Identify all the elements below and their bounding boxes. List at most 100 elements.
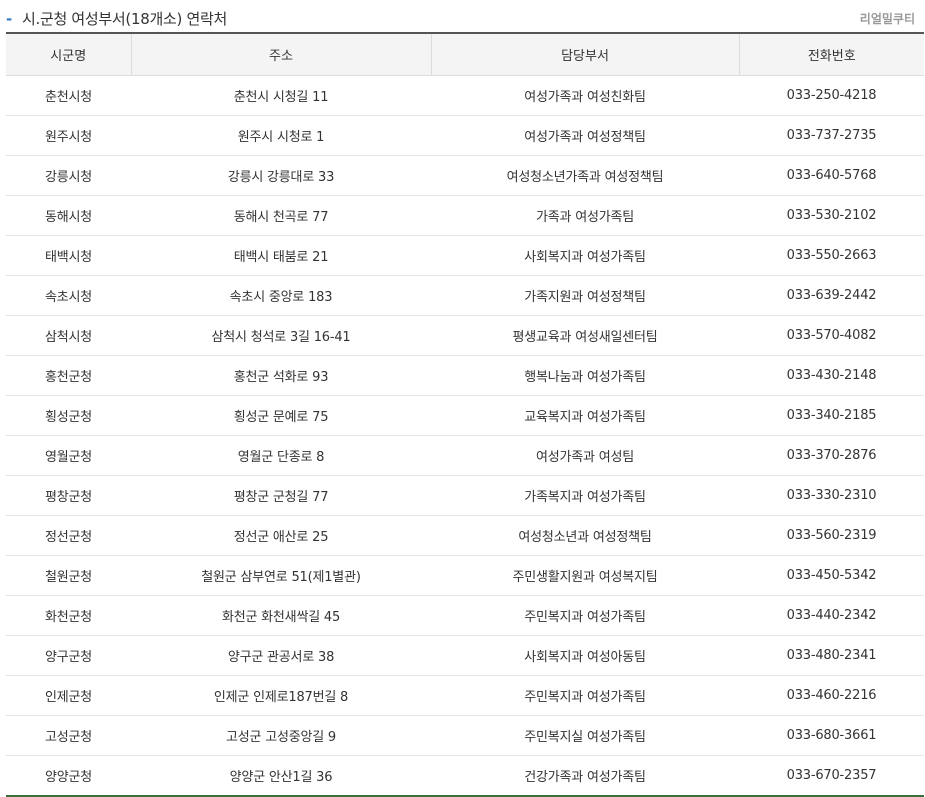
department-cell: 주민생활지원과 여성복지팀 <box>431 555 739 596</box>
city-name-cell: 태백시청 <box>6 235 131 276</box>
section-title: 시.군청 여성부서(18개소) 연락처 <box>22 10 227 28</box>
table-row: 철원군청 철원군 삼부연로 51(제1별관) 주민생활지원과 여성복지팀 033-45… <box>6 555 924 596</box>
department-cell: 가족지원과 여성정책팀 <box>431 275 739 316</box>
column-header-phone: 전화번호 <box>738 33 924 76</box>
department-cell: 사회복지과 여성가족팀 <box>431 235 739 276</box>
department-cell: 주민복지과 여성가족팀 <box>431 595 739 636</box>
department-cell: 여성청소년과 여성정책팀 <box>431 515 739 556</box>
table-row: 횡성군청 횡성군 문예로 75 교육복지과 여성가족팀 033-340-2185 <box>6 395 924 436</box>
city-name-cell: 철원군청 <box>6 555 131 596</box>
city-name-cell: 영월군청 <box>6 435 131 476</box>
address-cell: 양구군 관공서로 38 <box>131 635 431 676</box>
phone-number-cell: 033-480-2341 <box>739 635 924 676</box>
table-row: 동해시청 동해시 천곡로 77 가족과 여성가족팀 033-530-2102 <box>6 195 924 236</box>
department-cell: 주민복지실 여성가족팀 <box>431 715 739 756</box>
department-cell: 사회복지과 여성아동팀 <box>431 635 739 676</box>
phone-number-cell: 033-460-2216 <box>739 675 924 716</box>
city-name-cell: 춘천시청 <box>6 75 131 116</box>
city-name-cell: 화천군청 <box>6 595 131 636</box>
city-name-cell: 양구군청 <box>6 635 131 676</box>
address-cell: 홍천군 석화로 93 <box>131 355 431 396</box>
city-name-cell: 양양군청 <box>44 770 93 785</box>
phone-number-cell: 033-560-2319 <box>739 515 924 556</box>
address-cell: 평창군 군청길 77 <box>131 475 431 516</box>
address-cell: 철원군 삼부연로 51(제1별관) <box>131 555 431 596</box>
phone-number-cell: 033-639-2442 <box>739 275 924 316</box>
table-row: 원주시청 원주시 시청로 1 여성가족과 여성정책팀 033-737-2735 <box>6 115 924 156</box>
section-header: - 시.군청 여성부서(18개소) 연락처 <box>6 6 922 30</box>
table-header-row: 시군명 주소 담당부서 전화번호 <box>6 33 924 76</box>
address-cell: 화천군 화천새싹길 45 <box>131 595 431 636</box>
table-row: 태백시청 태백시 태붐로 21 사회복지과 여성가족팀 033-550-2663 <box>6 235 924 276</box>
city-name-cell: 강릉시청 <box>6 155 131 196</box>
table-row: 정선군청 정선군 애산로 25 여성청소년과 여성정책팀 033-560-2319 <box>6 515 924 556</box>
phone-number-cell: 033-430-2148 <box>739 355 924 396</box>
city-name-cell: 평창군청 <box>6 475 131 516</box>
phone-number-cell: 033-550-2663 <box>739 235 924 276</box>
department-cell: 여성가족과 여성친화팀 <box>431 75 739 116</box>
city-name-cell: 홍천군청 <box>6 355 131 396</box>
address-cell: 정선군 애산로 25 <box>131 515 431 556</box>
table-row: 평창군청 평창군 군청길 77 가족복지과 여성가족팀 033-330-2310 <box>6 475 924 516</box>
city-name-cell: 정선군청 <box>6 515 131 556</box>
contacts-table: 시군명 주소 담당부서 전화번호 춘천시청 춘천시 시청길 11 여성가족과 여성친… <box>6 32 924 797</box>
table-row: 속초시청 속초시 중앙로 183 가족지원과 여성정책팀 033-639-2442 <box>6 275 924 316</box>
department-cell: 교육복지과 여성가족팀 <box>431 395 739 436</box>
phone-number-cell: 033-737-2735 <box>739 115 924 156</box>
table-row: 양양군청 양양군 안산1길 36 건강가족과 여성가족팀 033-670-2357 <box>6 756 924 797</box>
table-row: 홍천군청 홍천군 석화로 93 행복나눔과 여성가족팀 033-430-2148 <box>6 355 924 396</box>
city-name-cell: 동해시청 <box>6 195 131 236</box>
column-header-city: 시군명 <box>6 33 131 76</box>
table-row: 삼척시청 삼척시 청석로 3길 16-41 평생교육과 여성새일센터팀 033-570… <box>6 315 924 356</box>
address-cell: 고성군 고성중앙길 9 <box>131 715 431 756</box>
phone-number-cell: 033-530-2102 <box>739 195 924 236</box>
department-cell: 가족복지과 여성가족팀 <box>431 475 739 516</box>
department-cell: 건강가족과 여성가족팀 <box>524 770 646 785</box>
title-bullet: - <box>6 10 13 28</box>
department-cell: 여성가족과 여성팀 <box>431 435 739 476</box>
table-row: 양구군청 양구군 관공서로 38 사회복지과 여성아동팀 033-480-2341 <box>6 635 924 676</box>
table-row: 인제군청 인제군 인제로187번길 8 주민복지과 여성가족팀 033-460-221… <box>6 675 924 716</box>
phone-number-cell: 033-330-2310 <box>739 475 924 516</box>
department-cell: 행복나눔과 여성가족팀 <box>431 355 739 396</box>
phone-number-cell: 033-450-5342 <box>739 555 924 596</box>
table-body: 춘천시청 춘천시 시청길 11 여성가족과 여성친화팀 033-250-4218 원주시… <box>6 75 924 797</box>
phone-number-cell: 033-670-2357 <box>786 768 877 783</box>
column-header-department: 담당부서 <box>430 33 739 76</box>
phone-number-cell: 033-570-4082 <box>739 315 924 356</box>
city-name-cell: 인제군청 <box>6 675 131 716</box>
address-cell: 강릉시 강릉대로 33 <box>131 155 431 196</box>
city-name-cell: 삼척시청 <box>6 315 131 356</box>
phone-number-cell: 033-440-2342 <box>739 595 924 636</box>
city-name-cell: 고성군청 <box>6 715 131 756</box>
phone-number-cell: 033-340-2185 <box>739 395 924 436</box>
city-name-cell: 횡성군청 <box>6 395 131 436</box>
address-cell: 원주시 시청로 1 <box>131 115 431 156</box>
address-cell: 양양군 안산1길 36 <box>229 770 333 785</box>
column-header-address: 주소 <box>130 33 431 76</box>
address-cell: 영월군 단종로 8 <box>131 435 431 476</box>
phone-number-cell: 033-680-3661 <box>739 715 924 756</box>
table-row: 강릉시청 강릉시 강릉대로 33 여성청소년가족과 여성정책팀 033-640-576… <box>6 155 924 196</box>
table-row: 고성군청 고성군 고성중앙길 9 주민복지실 여성가족팀 033-680-3661 <box>6 715 924 756</box>
department-cell: 여성청소년가족과 여성정책팀 <box>431 155 739 196</box>
department-cell: 여성가족과 여성정책팀 <box>431 115 739 156</box>
city-name-cell: 원주시청 <box>6 115 131 156</box>
address-cell: 횡성군 문예로 75 <box>131 395 431 436</box>
phone-number-cell: 033-640-5768 <box>739 155 924 196</box>
table-row: 춘천시청 춘천시 시청길 11 여성가족과 여성친화팀 033-250-4218 <box>6 75 924 116</box>
address-cell: 삼척시 청석로 3길 16-41 <box>131 315 431 356</box>
address-cell: 동해시 천곡로 77 <box>131 195 431 236</box>
address-cell: 춘천시 시청길 11 <box>131 75 431 116</box>
department-cell: 주민복지과 여성가족팀 <box>431 675 739 716</box>
watermark-logo: 리얼밀쿠티 <box>859 12 915 26</box>
address-cell: 속초시 중앙로 183 <box>131 275 431 316</box>
department-cell: 평생교육과 여성새일센터팀 <box>431 315 739 356</box>
table-row: 영월군청 영월군 단종로 8 여성가족과 여성팀 033-370-2876 <box>6 435 924 476</box>
phone-number-cell: 033-250-4218 <box>739 75 924 116</box>
address-cell: 인제군 인제로187번길 8 <box>131 675 431 716</box>
table-row: 화천군청 화천군 화천새싹길 45 주민복지과 여성가족팀 033-440-2342 <box>6 595 924 636</box>
department-cell: 가족과 여성가족팀 <box>431 195 739 236</box>
phone-number-cell: 033-370-2876 <box>739 435 924 476</box>
address-cell: 태백시 태붐로 21 <box>131 235 431 276</box>
